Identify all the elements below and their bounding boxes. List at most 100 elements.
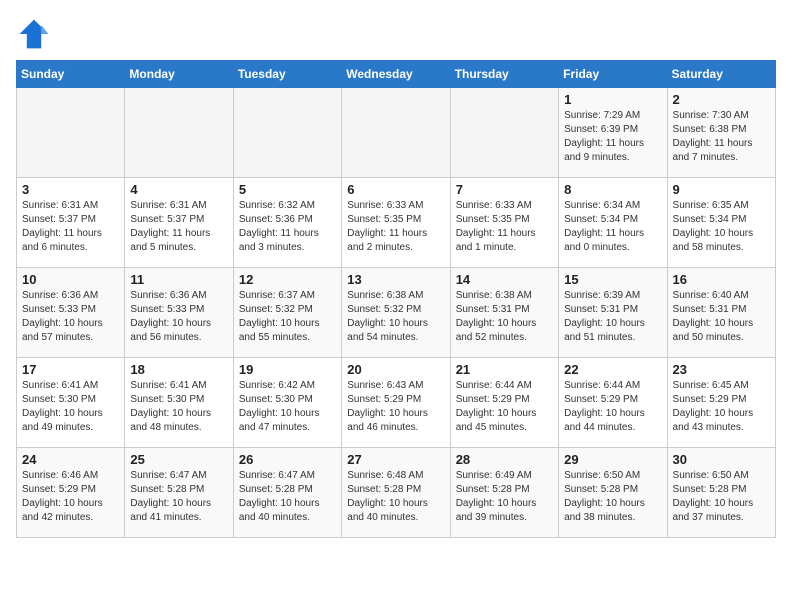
calendar-cell: 3 Sunrise: 6:31 AM Sunset: 5:37 PM Daylig… (17, 178, 125, 268)
cell-info: Sunrise: 6:47 AM Sunset: 5:28 PM Dayligh… (239, 469, 336, 525)
day-number: 10 (22, 272, 119, 287)
calendar-week-row: 1 Sunrise: 7:29 AM Sunset: 6:39 PM Daylig… (17, 88, 776, 178)
calendar-day-header: Monday (125, 61, 233, 88)
cell-info: Sunrise: 6:46 AM Sunset: 5:29 PM Dayligh… (22, 469, 119, 525)
cell-info: Sunrise: 6:37 AM Sunset: 5:32 PM Dayligh… (239, 289, 336, 345)
calendar-day-header: Wednesday (342, 61, 450, 88)
cell-info: Sunrise: 7:30 AM Sunset: 6:38 PM Dayligh… (673, 109, 770, 165)
cell-info: Sunrise: 6:40 AM Sunset: 5:31 PM Dayligh… (673, 289, 770, 345)
logo (16, 16, 56, 52)
cell-info: Sunrise: 6:41 AM Sunset: 5:30 PM Dayligh… (130, 379, 227, 435)
calendar-week-row: 3 Sunrise: 6:31 AM Sunset: 5:37 PM Daylig… (17, 178, 776, 268)
cell-info: Sunrise: 6:49 AM Sunset: 5:28 PM Dayligh… (456, 469, 553, 525)
calendar-cell: 1 Sunrise: 7:29 AM Sunset: 6:39 PM Daylig… (559, 88, 667, 178)
day-number: 15 (564, 272, 661, 287)
cell-info: Sunrise: 6:47 AM Sunset: 5:28 PM Dayligh… (130, 469, 227, 525)
calendar-week-row: 10 Sunrise: 6:36 AM Sunset: 5:33 PM Dayli… (17, 268, 776, 358)
calendar-table: SundayMondayTuesdayWednesdayThursdayFrid… (16, 60, 776, 538)
cell-info: Sunrise: 6:42 AM Sunset: 5:30 PM Dayligh… (239, 379, 336, 435)
logo-icon (16, 16, 52, 52)
day-number: 6 (347, 182, 444, 197)
day-number: 22 (564, 362, 661, 377)
day-number: 14 (456, 272, 553, 287)
cell-info: Sunrise: 6:36 AM Sunset: 5:33 PM Dayligh… (22, 289, 119, 345)
cell-info: Sunrise: 6:44 AM Sunset: 5:29 PM Dayligh… (456, 379, 553, 435)
calendar-day-header: Friday (559, 61, 667, 88)
cell-info: Sunrise: 6:50 AM Sunset: 5:28 PM Dayligh… (564, 469, 661, 525)
cell-info: Sunrise: 6:44 AM Sunset: 5:29 PM Dayligh… (564, 379, 661, 435)
cell-info: Sunrise: 6:38 AM Sunset: 5:31 PM Dayligh… (456, 289, 553, 345)
cell-info: Sunrise: 6:33 AM Sunset: 5:35 PM Dayligh… (456, 199, 553, 255)
calendar-day-header: Saturday (667, 61, 775, 88)
calendar-cell: 22 Sunrise: 6:44 AM Sunset: 5:29 PM Dayli… (559, 358, 667, 448)
calendar-cell: 9 Sunrise: 6:35 AM Sunset: 5:34 PM Daylig… (667, 178, 775, 268)
cell-info: Sunrise: 6:45 AM Sunset: 5:29 PM Dayligh… (673, 379, 770, 435)
calendar-cell: 16 Sunrise: 6:40 AM Sunset: 5:31 PM Dayli… (667, 268, 775, 358)
day-number: 27 (347, 452, 444, 467)
day-number: 8 (564, 182, 661, 197)
calendar-cell: 13Sunrise: 6:38 AM Sunset: 5:32 PM Dayli… (342, 268, 450, 358)
day-number: 26 (239, 452, 336, 467)
day-number: 28 (456, 452, 553, 467)
calendar-cell (125, 88, 233, 178)
calendar-cell: 15 Sunrise: 6:39 AM Sunset: 5:31 PM Dayli… (559, 268, 667, 358)
day-number: 13 (347, 272, 444, 287)
calendar-cell: 2 Sunrise: 7:30 AM Sunset: 6:38 PM Daylig… (667, 88, 775, 178)
calendar-cell: 12Sunrise: 6:37 AM Sunset: 5:32 PM Dayli… (233, 268, 341, 358)
cell-info: Sunrise: 6:31 AM Sunset: 5:37 PM Dayligh… (22, 199, 119, 255)
day-number: 1 (564, 92, 661, 107)
calendar-cell: 11 Sunrise: 6:36 AM Sunset: 5:33 PM Dayli… (125, 268, 233, 358)
calendar-cell: 26 Sunrise: 6:47 AM Sunset: 5:28 PM Dayli… (233, 448, 341, 538)
calendar-day-header: Tuesday (233, 61, 341, 88)
calendar-cell: 20 Sunrise: 6:43 AM Sunset: 5:29 PM Dayli… (342, 358, 450, 448)
cell-info: Sunrise: 6:35 AM Sunset: 5:34 PM Dayligh… (673, 199, 770, 255)
day-number: 29 (564, 452, 661, 467)
calendar-week-row: 17 Sunrise: 6:41 AM Sunset: 5:30 PM Dayli… (17, 358, 776, 448)
calendar-cell (450, 88, 558, 178)
cell-info: Sunrise: 6:48 AM Sunset: 5:28 PM Dayligh… (347, 469, 444, 525)
calendar-cell: 19Sunrise: 6:42 AM Sunset: 5:30 PM Dayli… (233, 358, 341, 448)
cell-info: Sunrise: 7:29 AM Sunset: 6:39 PM Dayligh… (564, 109, 661, 165)
calendar-cell: 5Sunrise: 6:32 AM Sunset: 5:36 PM Daylig… (233, 178, 341, 268)
day-number: 21 (456, 362, 553, 377)
day-number: 23 (673, 362, 770, 377)
calendar-header-row: SundayMondayTuesdayWednesdayThursdayFrid… (17, 61, 776, 88)
day-number: 24 (22, 452, 119, 467)
calendar-cell (342, 88, 450, 178)
calendar-cell: 18Sunrise: 6:41 AM Sunset: 5:30 PM Dayli… (125, 358, 233, 448)
calendar-cell: 30Sunrise: 6:50 AM Sunset: 5:28 PM Dayli… (667, 448, 775, 538)
calendar-cell (233, 88, 341, 178)
day-number: 5 (239, 182, 336, 197)
day-number: 4 (130, 182, 227, 197)
calendar-cell: 7 Sunrise: 6:33 AM Sunset: 5:35 PM Daylig… (450, 178, 558, 268)
calendar-cell: 17Sunrise: 6:41 AM Sunset: 5:30 PM Dayli… (17, 358, 125, 448)
calendar-cell: 21 Sunrise: 6:44 AM Sunset: 5:29 PM Dayli… (450, 358, 558, 448)
cell-info: Sunrise: 6:43 AM Sunset: 5:29 PM Dayligh… (347, 379, 444, 435)
day-number: 16 (673, 272, 770, 287)
day-number: 3 (22, 182, 119, 197)
calendar-cell: 10 Sunrise: 6:36 AM Sunset: 5:33 PM Dayli… (17, 268, 125, 358)
day-number: 30 (673, 452, 770, 467)
calendar-day-header: Sunday (17, 61, 125, 88)
calendar-day-header: Thursday (450, 61, 558, 88)
calendar-cell: 28 Sunrise: 6:49 AM Sunset: 5:28 PM Dayli… (450, 448, 558, 538)
calendar-cell (17, 88, 125, 178)
cell-info: Sunrise: 6:36 AM Sunset: 5:33 PM Dayligh… (130, 289, 227, 345)
day-number: 11 (130, 272, 227, 287)
calendar-cell: 8 Sunrise: 6:34 AM Sunset: 5:34 PM Daylig… (559, 178, 667, 268)
calendar-week-row: 24 Sunrise: 6:46 AM Sunset: 5:29 PM Dayli… (17, 448, 776, 538)
cell-info: Sunrise: 6:31 AM Sunset: 5:37 PM Dayligh… (130, 199, 227, 255)
day-number: 2 (673, 92, 770, 107)
day-number: 20 (347, 362, 444, 377)
calendar-cell: 29 Sunrise: 6:50 AM Sunset: 5:28 PM Dayli… (559, 448, 667, 538)
calendar-cell: 24 Sunrise: 6:46 AM Sunset: 5:29 PM Dayli… (17, 448, 125, 538)
calendar-cell: 27 Sunrise: 6:48 AM Sunset: 5:28 PM Dayli… (342, 448, 450, 538)
cell-info: Sunrise: 6:39 AM Sunset: 5:31 PM Dayligh… (564, 289, 661, 345)
calendar-cell: 6Sunrise: 6:33 AM Sunset: 5:35 PM Daylig… (342, 178, 450, 268)
day-number: 25 (130, 452, 227, 467)
day-number: 17 (22, 362, 119, 377)
header (16, 16, 776, 52)
cell-info: Sunrise: 6:34 AM Sunset: 5:34 PM Dayligh… (564, 199, 661, 255)
day-number: 7 (456, 182, 553, 197)
day-number: 9 (673, 182, 770, 197)
